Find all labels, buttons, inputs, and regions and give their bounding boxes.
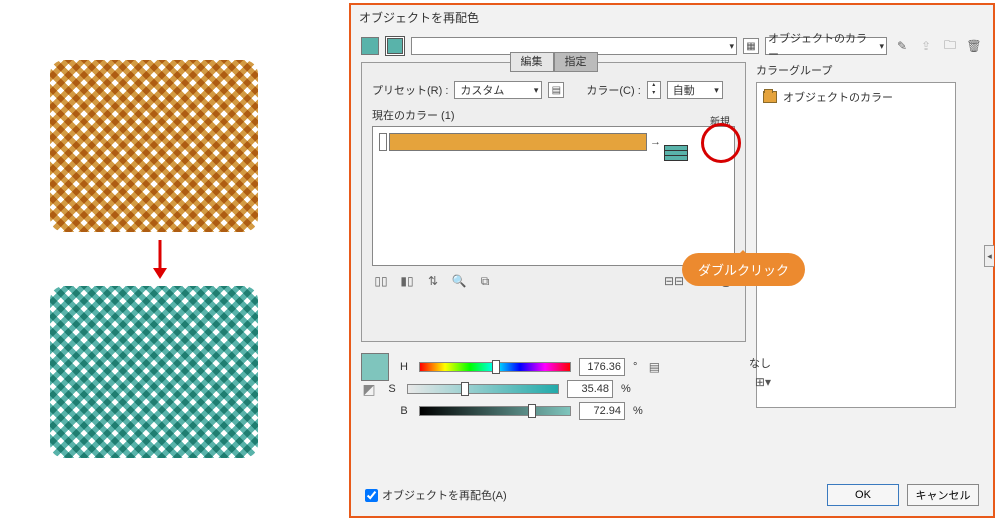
channel-s-label: S <box>385 383 399 395</box>
preset-options-icon[interactable]: ▤ <box>548 82 564 98</box>
folder-icon <box>763 91 777 103</box>
wand-icon[interactable]: ✎ <box>893 37 911 55</box>
object-colors-combo[interactable]: オブジェクトのカラー <box>765 37 887 55</box>
brightness-slider[interactable] <box>419 406 571 416</box>
select-value: 自動 <box>673 82 695 98</box>
highlight-circle-icon <box>701 123 741 163</box>
hue-slider[interactable] <box>419 362 571 372</box>
result-color-chip[interactable] <box>361 353 389 381</box>
chevron-down-icon <box>530 84 539 96</box>
chevron-down-icon <box>726 40 734 52</box>
swatch-grid-icon[interactable]: ⊞▾ <box>755 375 771 389</box>
unlink-icon[interactable]: ⊟⊟ <box>665 272 683 290</box>
tab-assign[interactable]: 指定 <box>554 52 598 72</box>
colorize-label: カラー(C) : <box>586 82 640 98</box>
sort-asc-icon[interactable]: ▯▯ <box>372 272 390 290</box>
upload-icon: ⇪ <box>917 37 935 55</box>
group-item-label: オブジェクトのカラー <box>783 89 893 105</box>
hsb-sliders: H 176.36 ° ▤ ◩ S 35.48 % B 72. <box>361 356 746 422</box>
combo-label: オブジェクトのカラー <box>768 30 876 62</box>
recolor-artwork-checkbox-label: オブジェクトを再配色(A) <box>382 487 507 503</box>
trash-icon[interactable]: 🗑 <box>965 37 983 55</box>
chevron-down-icon <box>876 40 884 52</box>
color-group-heading: カラーグループ <box>756 62 956 78</box>
bar-handle[interactable] <box>379 133 387 151</box>
preset-select[interactable]: カスタム <box>454 81 542 99</box>
cancel-button[interactable]: キャンセル <box>907 484 979 506</box>
sort-desc-icon[interactable]: ▮▯ <box>398 272 416 290</box>
callout-double-click: ダブルクリック <box>682 253 805 286</box>
edit-panel: 編集 指定 プリセット(R) : カスタム ▤ カラー(C) : ▴▾ 自動 <box>361 62 746 342</box>
color-mode-icon[interactable]: ◩ <box>361 381 377 397</box>
source-color-bar[interactable] <box>389 133 647 151</box>
merge-icon[interactable]: ⧉ <box>476 272 494 290</box>
saturation-slider[interactable] <box>407 384 559 394</box>
color-group-list: オブジェクトのカラー <box>756 82 956 408</box>
chevron-down-icon <box>710 84 719 96</box>
current-colors-label: 現在のカラー (1) <box>372 107 735 123</box>
hue-value[interactable]: 176.36 <box>579 358 625 376</box>
target-color-chip[interactable] <box>664 145 688 161</box>
folder-icon[interactable]: 🗀 <box>941 37 959 55</box>
select-value: カスタム <box>460 82 504 98</box>
colorize-select[interactable]: 自動 <box>667 81 723 99</box>
none-label: なし <box>749 355 771 371</box>
channel-b-label: B <box>397 405 411 417</box>
ok-button[interactable]: OK <box>827 484 899 506</box>
pattern-after <box>50 286 258 458</box>
swatches-icon[interactable]: ▦ <box>743 38 759 54</box>
random-icon[interactable]: ⇅ <box>424 272 442 290</box>
channel-h-label: H <box>397 361 411 373</box>
saturation-unit: % <box>621 383 631 395</box>
recolor-dialog: オブジェクトを再配色 ▦ オブジェクトのカラー ✎ ⇪ 🗀 🗑 編集 指定 プリ… <box>349 3 995 518</box>
pattern-before <box>50 60 258 232</box>
collapse-panel-icon[interactable]: ◂ <box>984 245 994 267</box>
dialog-title: オブジェクトを再配色 <box>351 5 993 30</box>
saturation-value[interactable]: 35.48 <box>567 380 613 398</box>
find-icon[interactable]: 🔍 <box>450 272 468 290</box>
recolor-artwork-checkbox[interactable]: オブジェクトを再配色(A) <box>365 487 507 503</box>
preset-label: プリセット(R) : <box>372 82 448 98</box>
hue-unit: ° <box>633 361 637 373</box>
arrow-right-icon: → <box>650 133 661 151</box>
color-count-spinner[interactable]: ▴▾ <box>647 81 661 99</box>
tab-edit[interactable]: 編集 <box>510 52 554 72</box>
recolor-artwork-checkbox-input[interactable] <box>365 489 378 502</box>
slider-menu-icon[interactable]: ▤ <box>645 358 663 376</box>
brightness-unit: % <box>633 405 643 417</box>
color-bar-zone: 新規 → <box>372 126 735 266</box>
current-color-chip[interactable] <box>361 37 379 55</box>
color-group-item[interactable]: オブジェクトのカラー <box>761 87 951 107</box>
arrow-down-icon <box>50 238 270 280</box>
current-color-chip-outline[interactable] <box>385 36 405 56</box>
brightness-value[interactable]: 72.94 <box>579 402 625 420</box>
